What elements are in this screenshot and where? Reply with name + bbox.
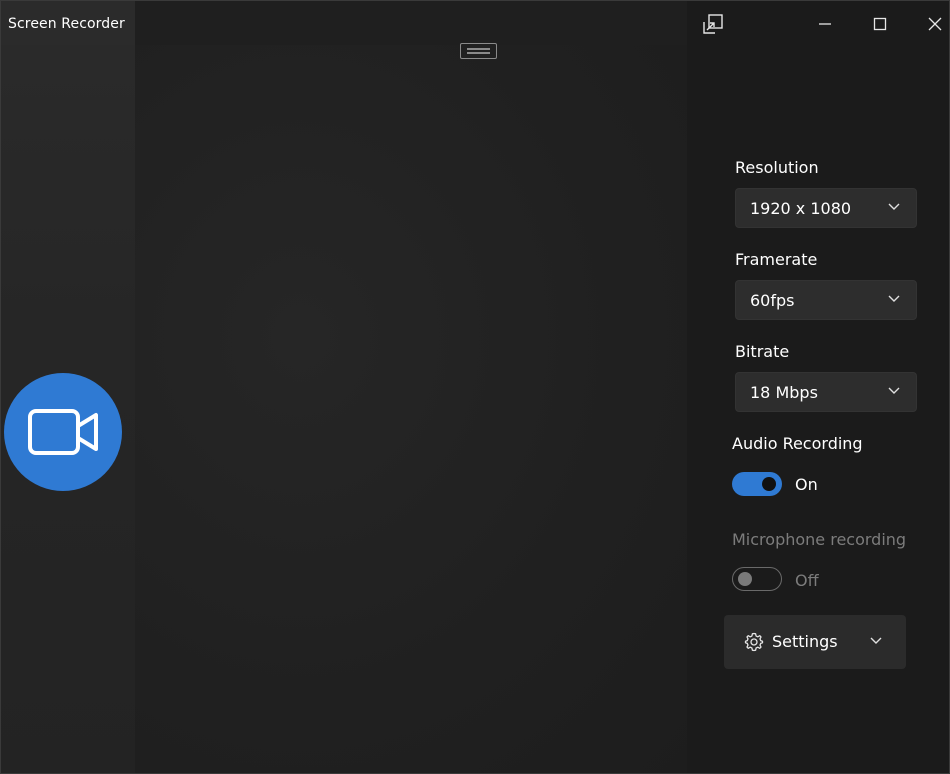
resolution-label: Resolution: [735, 158, 819, 177]
maximize-icon: [873, 17, 887, 31]
audio-recording-state: On: [795, 475, 818, 494]
video-camera-icon: [28, 409, 98, 455]
audio-recording-toggle[interactable]: [732, 472, 782, 496]
minimize-icon: [819, 23, 831, 25]
minimize-button[interactable]: [810, 9, 840, 39]
chevron-down-icon: [888, 387, 900, 394]
toggle-knob: [738, 572, 752, 586]
restore-overlay-button[interactable]: [698, 9, 728, 39]
microphone-recording-label: Microphone recording: [732, 530, 907, 549]
microphone-recording-state: Off: [795, 571, 819, 590]
app-title: Screen Recorder: [8, 16, 125, 32]
title-bar: Screen Recorder: [1, 1, 949, 45]
maximize-button[interactable]: [865, 9, 895, 39]
microphone-recording-toggle[interactable]: [732, 567, 782, 591]
gear-icon: [744, 632, 764, 652]
framerate-label: Framerate: [735, 250, 818, 269]
drag-handle[interactable]: [460, 43, 497, 59]
framerate-dropdown[interactable]: 60fps: [735, 280, 917, 320]
screen-recorder-window: Screen Recorder Resolution 1920 x 1080 F…: [0, 0, 950, 774]
chevron-down-icon: [870, 637, 882, 644]
chevron-down-icon: [888, 203, 900, 210]
resolution-value: 1920 x 1080: [750, 199, 852, 218]
settings-button[interactable]: Settings: [724, 615, 906, 669]
framerate-value: 60fps: [750, 291, 795, 310]
close-icon: [928, 17, 942, 31]
bitrate-label: Bitrate: [735, 342, 790, 361]
capture-preview-area: [135, 45, 687, 773]
settings-button-label: Settings: [772, 632, 838, 651]
record-button[interactable]: [4, 373, 122, 491]
bitrate-value: 18 Mbps: [750, 383, 818, 402]
audio-recording-label: Audio Recording: [732, 434, 863, 453]
close-button[interactable]: [920, 9, 949, 39]
bitrate-dropdown[interactable]: 18 Mbps: [735, 372, 917, 412]
chevron-down-icon: [888, 295, 900, 302]
resolution-dropdown[interactable]: 1920 x 1080: [735, 188, 917, 228]
toggle-knob: [762, 477, 776, 491]
restore-overlay-icon: [703, 14, 723, 34]
